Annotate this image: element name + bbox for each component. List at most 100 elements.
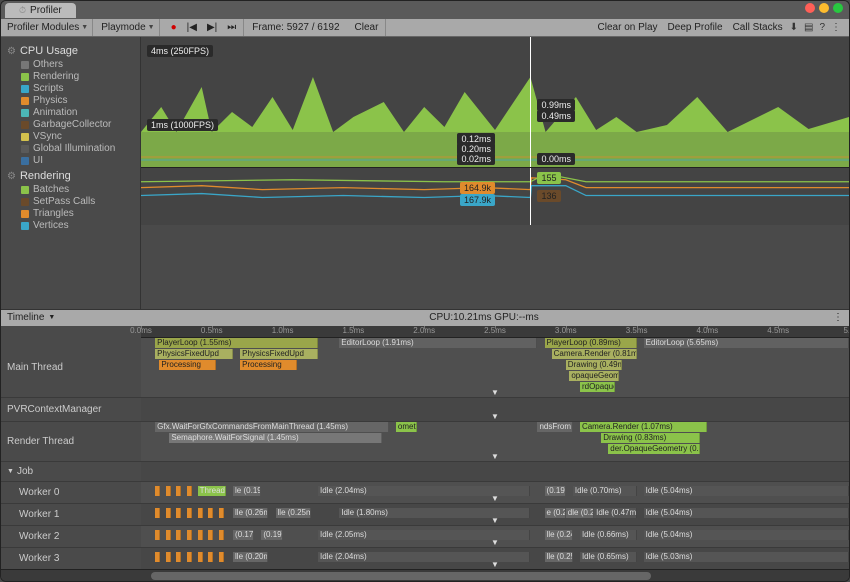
timeline-bar[interactable]: PhysicsFixedUpd bbox=[240, 349, 318, 359]
timeline-bar[interactable]: Gfx.WaitForGfxCommandsFromMainThread (1.… bbox=[155, 422, 389, 432]
timeline-view-dropdown[interactable]: Timeline ▼ bbox=[1, 312, 141, 323]
expand-chevron-icon[interactable]: ▼ bbox=[491, 412, 499, 421]
timeline-bar[interactable]: lle (0.20ms) bbox=[233, 552, 268, 562]
timeline-bar[interactable]: rdOpaque.Ren bbox=[580, 382, 615, 392]
profiler-modules-dropdown[interactable]: Profiler Modules ▼ bbox=[3, 19, 93, 36]
dropdown-label: Profiler Modules bbox=[7, 22, 79, 33]
playhead-line[interactable] bbox=[530, 168, 531, 225]
timeline-bar[interactable]: (0.17) bbox=[233, 530, 254, 540]
timeline-bar[interactable]: Idle (0.47ms) bbox=[594, 508, 636, 518]
help-icon[interactable]: ? bbox=[819, 22, 825, 33]
timeline-bar[interactable]: le (0.19m bbox=[233, 486, 261, 496]
timeline-bar[interactable]: Idle (5.04ms) bbox=[644, 530, 849, 540]
expand-chevron-icon[interactable]: ▼ bbox=[491, 494, 499, 503]
timeline-bar[interactable]: Processing bbox=[240, 360, 297, 370]
playmode-dropdown[interactable]: Playmode ▼ bbox=[97, 19, 159, 36]
call-stacks-toggle[interactable]: Call Stacks bbox=[730, 22, 786, 33]
timeline-bar[interactable]: dle (0.29ms) bbox=[566, 508, 594, 518]
scrollbar-thumb[interactable] bbox=[151, 572, 651, 580]
timeline-bar[interactable]: Camera.Render (0.81ms) bbox=[552, 349, 637, 359]
maximize-button[interactable] bbox=[833, 3, 843, 13]
timeline-bar[interactable]: EditorLoop (1.91ms) bbox=[339, 338, 537, 348]
job-section-label[interactable]: ▼Job bbox=[1, 462, 141, 481]
prev-frame-button[interactable]: |◀ bbox=[184, 22, 200, 33]
tab-profiler[interactable]: ⏱ Profiler bbox=[5, 3, 76, 18]
expand-chevron-icon[interactable]: ▼ bbox=[491, 516, 499, 525]
timeline-bar[interactable]: Idle (5.04ms) bbox=[644, 486, 849, 496]
legend-item[interactable]: Others bbox=[21, 59, 134, 70]
timeline-bar[interactable]: Processing bbox=[159, 360, 216, 370]
legend-label: UI bbox=[33, 155, 43, 166]
clear-button[interactable]: Clear bbox=[352, 22, 382, 33]
timeline-bar[interactable]: e (0.21m bbox=[545, 508, 566, 518]
expand-chevron-icon[interactable]: ▼ bbox=[491, 560, 499, 569]
timeline-bar[interactable]: Idle (5.04ms) bbox=[644, 508, 849, 518]
timeline-bar[interactable]: Idle (0.70ms) bbox=[573, 486, 637, 496]
timeline-bar[interactable]: (0.19) bbox=[261, 530, 282, 540]
cpu-usage-chart[interactable]: 4ms (250FPS) 1ms (1000FPS) 0.99ms0.49ms0… bbox=[141, 37, 849, 167]
timeline-bar[interactable]: opaqueGeometry bbox=[569, 371, 619, 381]
rendering-chart[interactable]: 164.9k167.9k155136 bbox=[141, 167, 849, 225]
dropdown-label: Timeline bbox=[7, 312, 44, 323]
timeline-bar[interactable]: lle (0.24m bbox=[545, 530, 573, 540]
timeline-bar[interactable]: Idle (1.80ms) bbox=[339, 508, 530, 518]
time-ruler[interactable]: 0.0ms0.5ms1.0ms1.5ms2.0ms2.5ms3.0ms3.5ms… bbox=[141, 326, 849, 338]
timeline-bar[interactable]: PlayerLoop (0.89ms) bbox=[545, 338, 637, 348]
close-button[interactable] bbox=[805, 3, 815, 13]
minimize-button[interactable] bbox=[819, 3, 829, 13]
legend-item[interactable]: Triangles bbox=[21, 208, 134, 219]
timeline-bar[interactable]: Idle (5.03ms) bbox=[644, 552, 849, 562]
timeline-bar[interactable]: PhysicsFixedUpd bbox=[155, 349, 233, 359]
playhead-line[interactable] bbox=[530, 37, 531, 167]
next-frame-button[interactable]: ▶| bbox=[204, 22, 220, 33]
expand-chevron-icon[interactable]: ▼ bbox=[491, 388, 499, 397]
save-icon[interactable]: ▤ bbox=[804, 22, 813, 33]
gear-icon: ⚙ bbox=[7, 46, 16, 57]
timeline-bar[interactable]: lle (0.25ms) bbox=[276, 508, 311, 518]
timeline-bar[interactable]: PlayerLoop (1.55ms) bbox=[155, 338, 318, 348]
timeline-bar[interactable]: Thread2 bbox=[198, 486, 226, 496]
timeline-bar[interactable]: EditorLoop (5.65ms) bbox=[644, 338, 849, 348]
legend-item[interactable]: Physics bbox=[21, 95, 134, 106]
legend-item[interactable]: GarbageCollector bbox=[21, 119, 134, 130]
timeline-menu-icon[interactable]: ⋮ bbox=[827, 312, 849, 323]
legend-item[interactable]: UI bbox=[21, 155, 134, 166]
timeline-bar[interactable]: der.OpaqueGeometry (0.77m) bbox=[608, 444, 700, 454]
thread-label-render: Render Thread bbox=[1, 422, 141, 461]
timeline-body[interactable]: Main Thread ▼ PlayerLoop (1.55ms)Physics… bbox=[1, 338, 849, 570]
legend-item[interactable]: Animation bbox=[21, 107, 134, 118]
legend-item[interactable]: Batches bbox=[21, 184, 134, 195]
legend-item[interactable]: VSync bbox=[21, 131, 134, 142]
menu-icon[interactable]: ⋮ bbox=[831, 22, 841, 33]
thread-label-worker: Worker 1 bbox=[1, 504, 141, 525]
timeline-bar[interactable]: Camera.Render (1.07ms) bbox=[580, 422, 707, 432]
expand-chevron-icon[interactable]: ▼ bbox=[491, 538, 499, 547]
timeline-bar[interactable]: Idle (0.65ms) bbox=[580, 552, 637, 562]
record-button[interactable]: ● bbox=[168, 22, 180, 33]
legend-item[interactable]: SetPass Calls bbox=[21, 196, 134, 207]
timeline-marker bbox=[176, 486, 181, 496]
last-frame-button[interactable]: ⏭ bbox=[224, 22, 239, 33]
legend-item[interactable]: Global Illumination bbox=[21, 143, 134, 154]
legend-label: SetPass Calls bbox=[33, 196, 95, 207]
clear-on-play-toggle[interactable]: Clear on Play bbox=[595, 22, 661, 33]
legend-item[interactable]: Rendering bbox=[21, 71, 134, 82]
timeline-bar[interactable]: Drawing (0.83ms) bbox=[601, 433, 700, 443]
legend-item[interactable]: Vertices bbox=[21, 220, 134, 231]
timeline-bar[interactable]: (0.19) bbox=[545, 486, 566, 496]
timeline-bar[interactable]: Drawing (0.49ms) bbox=[566, 360, 623, 370]
rendering-section[interactable]: ⚙ Rendering bbox=[7, 170, 134, 182]
timeline-bar[interactable]: ometry bbox=[396, 422, 417, 432]
deep-profile-toggle[interactable]: Deep Profile bbox=[665, 22, 726, 33]
timeline-bar[interactable]: ndsFrom bbox=[537, 422, 572, 432]
horizontal-scrollbar[interactable] bbox=[1, 569, 849, 581]
load-icon[interactable]: ⬇ bbox=[790, 22, 798, 33]
timeline-bar[interactable]: Idle (0.66ms) bbox=[580, 530, 637, 540]
expand-chevron-icon[interactable]: ▼ bbox=[491, 452, 499, 461]
timeline-bar[interactable]: lle (0.26ms) bbox=[233, 508, 268, 518]
cpu-usage-section[interactable]: ⚙ CPU Usage bbox=[7, 45, 134, 57]
legend-item[interactable]: Scripts bbox=[21, 83, 134, 94]
timeline-bar[interactable]: Semaphore.WaitForSignal (1.45ms) bbox=[169, 433, 381, 443]
section-title: Rendering bbox=[20, 170, 71, 182]
timeline-bar[interactable]: lle (0.25ms) bbox=[545, 552, 573, 562]
